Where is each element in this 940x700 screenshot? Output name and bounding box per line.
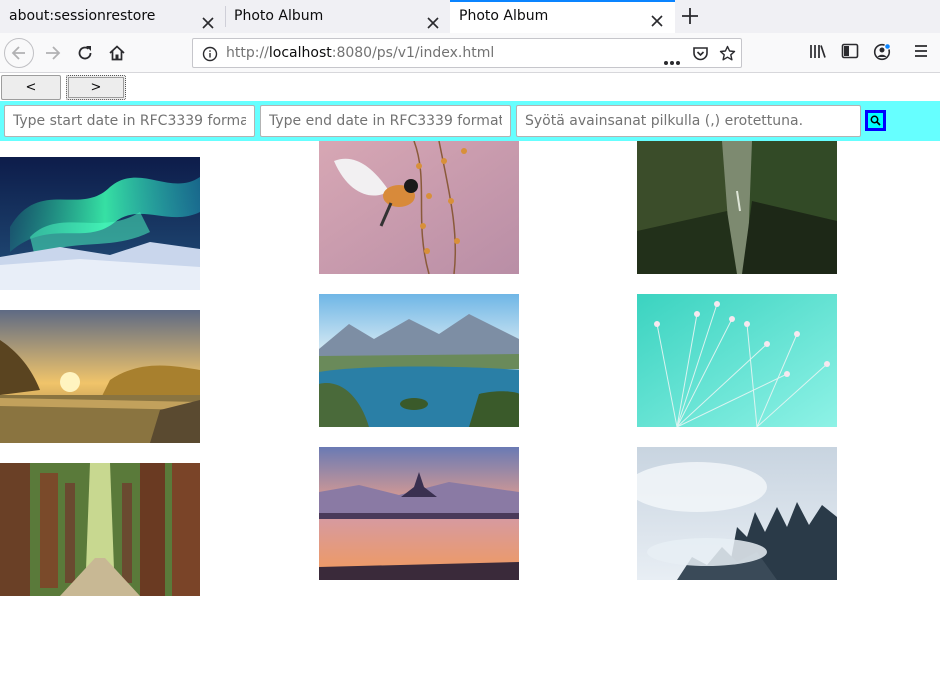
bookmark-star-icon[interactable] [719, 45, 736, 66]
menu-icon[interactable] [913, 43, 929, 63]
sidebar-icon[interactable] [841, 43, 859, 63]
home-icon [109, 45, 125, 61]
photo-lake-bled-dusk[interactable] [319, 447, 519, 580]
tab-sessionrestore[interactable]: about:sessionrestore [0, 0, 225, 33]
tab-title: Photo Album [234, 8, 324, 24]
back-icon [11, 46, 25, 60]
photo-mountain-lake-island[interactable] [319, 294, 519, 427]
url-path: :8080/ps/v1/index.html [331, 45, 495, 61]
tab-title: about:sessionrestore [9, 8, 156, 24]
url-bar[interactable]: http://localhost:8080/ps/v1/index.html [192, 38, 742, 68]
library-icon[interactable] [809, 43, 827, 64]
photo-misty-forest[interactable] [637, 447, 837, 580]
site-info-icon[interactable] [202, 46, 218, 66]
forward-icon [46, 46, 61, 60]
reload-button[interactable] [71, 39, 99, 67]
home-button[interactable] [103, 39, 131, 67]
photo-bird-in-flight[interactable] [319, 141, 519, 274]
tab-photo-album-active[interactable]: Photo Album [450, 0, 675, 33]
tab-title: Photo Album [459, 8, 549, 24]
photo-mountain-gorge[interactable] [637, 141, 837, 274]
url-text[interactable]: http://localhost:8080/ps/v1/index.html [226, 39, 494, 67]
nav-bar: http://localhost:8080/ps/v1/index.html [0, 33, 940, 73]
url-host: localhost [268, 45, 332, 61]
search-button[interactable] [865, 110, 886, 131]
close-icon[interactable] [201, 10, 215, 29]
previous-page-button[interactable]: < [1, 75, 61, 100]
search-bar [0, 101, 940, 141]
photo-tree-avenue[interactable] [0, 463, 200, 596]
pocket-icon[interactable] [692, 45, 709, 66]
start-date-input[interactable] [4, 105, 255, 137]
photo-dandelion-dew[interactable] [637, 294, 837, 427]
back-button[interactable] [4, 38, 34, 68]
new-tab-icon[interactable] [680, 6, 700, 26]
forward-button[interactable] [39, 39, 67, 67]
photo-aurora-borealis[interactable] [0, 157, 200, 290]
end-date-input[interactable] [260, 105, 511, 137]
url-prefix: http:// [226, 45, 269, 61]
tab-bar: about:sessionrestore Photo Album Photo A… [0, 0, 940, 33]
reload-icon [78, 46, 92, 60]
photo-sunset-lake[interactable] [0, 310, 200, 443]
tab-photo-album[interactable]: Photo Album [225, 0, 450, 33]
page-actions-icon[interactable] [663, 51, 681, 70]
account-icon[interactable] [873, 43, 891, 65]
keywords-input[interactable] [516, 105, 861, 137]
close-icon[interactable] [426, 10, 440, 29]
close-icon[interactable] [650, 10, 664, 27]
search-icon [870, 115, 881, 126]
next-page-button[interactable]: > [66, 75, 126, 100]
